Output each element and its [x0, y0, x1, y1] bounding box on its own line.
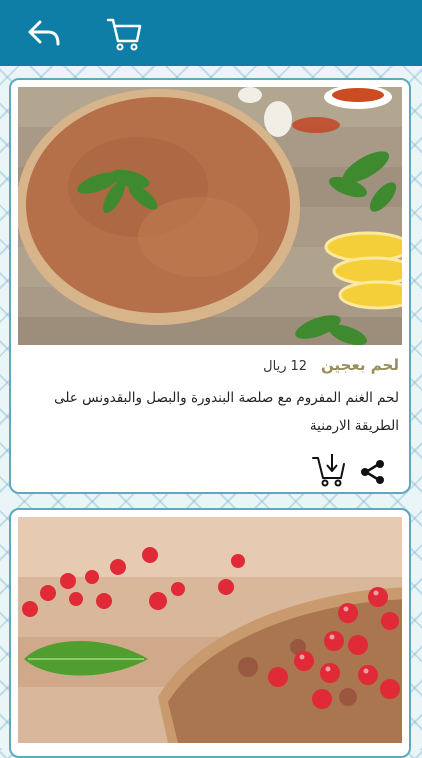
- cart-button[interactable]: [104, 14, 144, 54]
- price-value: 12: [290, 359, 308, 374]
- product-card[interactable]: [9, 508, 411, 758]
- title-row: لحم بعجين 12 ريال: [19, 356, 399, 374]
- top-app-bar: [0, 0, 422, 66]
- product-price: 12 ريال: [263, 359, 307, 374]
- product-info: لحم بعجين 12 ريال لحم الغنم المفروم مع ص…: [19, 356, 399, 440]
- cart-download-icon: [312, 454, 345, 487]
- price-currency: ريال: [263, 359, 287, 374]
- share-button[interactable]: [359, 458, 387, 486]
- product-photo: [18, 517, 402, 743]
- back-arrow-icon: [28, 20, 60, 46]
- add-to-cart-button[interactable]: [311, 452, 347, 488]
- product-photo: [18, 87, 402, 345]
- product-card[interactable]: لحم بعجين 12 ريال لحم الغنم المفروم مع ص…: [9, 78, 411, 494]
- share-icon: [361, 460, 384, 484]
- back-button[interactable]: [24, 14, 64, 54]
- product-name: لحم بعجين: [321, 356, 399, 374]
- card-actions: [11, 452, 395, 488]
- cart-icon: [106, 18, 142, 51]
- product-description: لحم الغنم المفروم مع صلصة البندورة والبص…: [54, 390, 399, 434]
